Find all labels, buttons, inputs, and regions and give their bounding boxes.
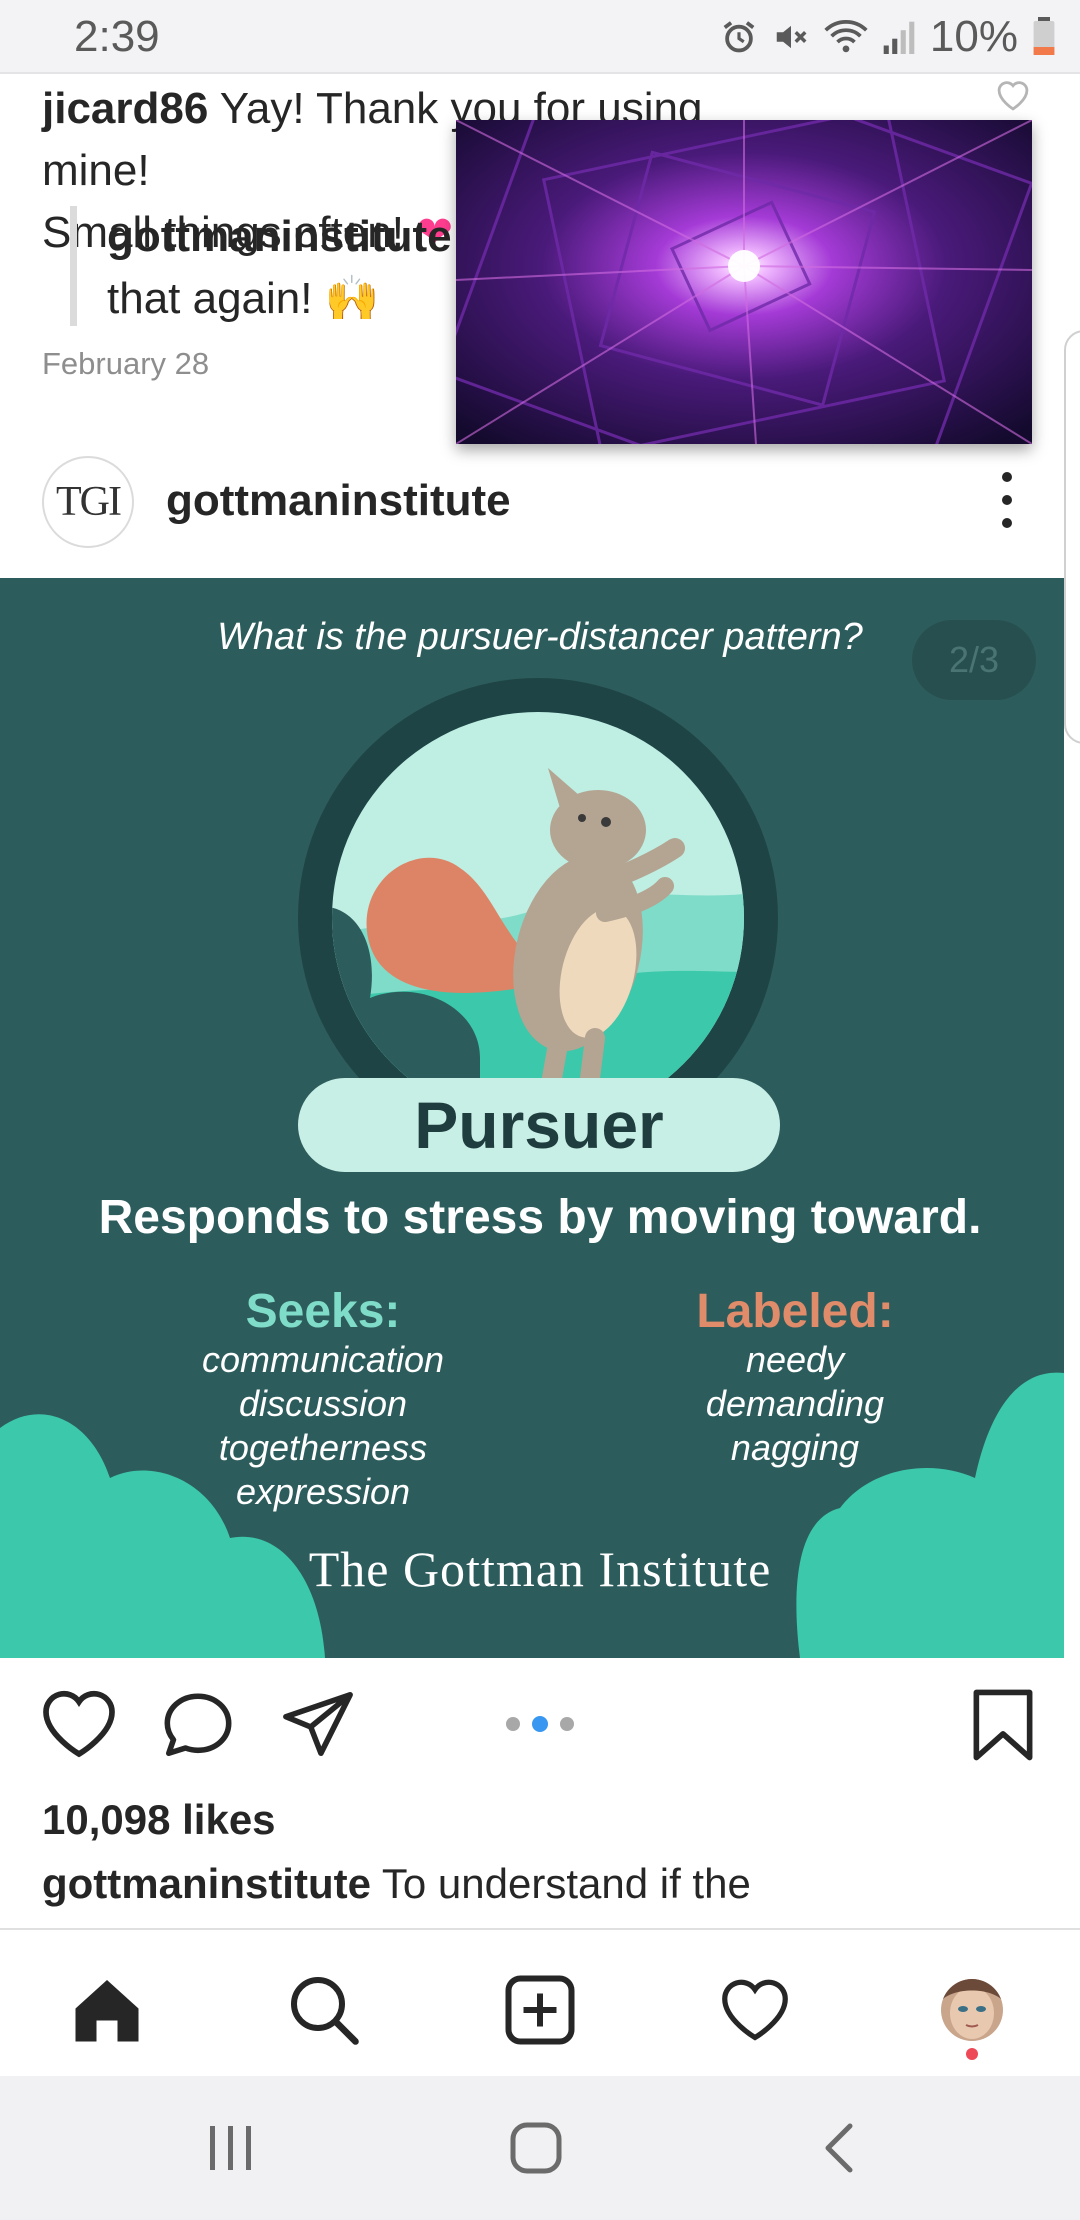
seeks-item: discussion — [238, 1383, 408, 1424]
recents-icon[interactable] — [206, 2120, 256, 2181]
nav-home-icon[interactable] — [67, 1970, 147, 2050]
comment-username[interactable]: jicard86 — [42, 84, 208, 133]
floating-video-player[interactable] — [456, 120, 1032, 444]
status-icons: 10% — [720, 12, 1056, 62]
signal-icon — [883, 21, 915, 54]
caption-text: To understand if the — [381, 1860, 751, 1907]
reply-username[interactable]: gottmaninstitute — [107, 212, 452, 261]
image-tagline: Responds to stress by moving toward. — [98, 1191, 982, 1244]
bookmark-icon[interactable] — [970, 1688, 1036, 1767]
caption-username[interactable]: gottmaninstitute — [42, 1860, 371, 1907]
labeled-item: demanding — [705, 1383, 885, 1424]
nav-profile-button[interactable] — [932, 1970, 1012, 2050]
profile-notification-dot — [966, 2048, 978, 2060]
labeled-heading: Labeled: — [696, 1285, 894, 1338]
labeled-list: needy demanding nagging — [630, 1338, 960, 1470]
carousel-dot — [506, 1717, 520, 1731]
status-time: 2:39 — [74, 12, 160, 61]
carousel-dot — [560, 1717, 574, 1731]
more-options-icon[interactable] — [994, 472, 1020, 528]
fractal-image — [456, 120, 1032, 444]
labeled-item: nagging — [730, 1427, 860, 1468]
comment-like-heart-icon[interactable] — [994, 78, 1032, 117]
home-square-icon[interactable] — [508, 2120, 564, 2181]
seeks-item: communication — [201, 1339, 445, 1380]
bottom-nav — [0, 1928, 1080, 2078]
system-nav-bar — [0, 2076, 1080, 2220]
nav-search-icon[interactable] — [284, 1970, 364, 2050]
seeks-item: expression — [235, 1471, 411, 1512]
seeks-item: togetherness — [218, 1427, 428, 1468]
post-username[interactable]: gottmaninstitute — [166, 476, 511, 526]
battery-percent: 10% — [929, 12, 1018, 61]
carousel-dot-active — [532, 1716, 548, 1732]
reply-text: that again! 🙌 — [107, 274, 380, 323]
nav-new-post-icon[interactable] — [500, 1970, 580, 2050]
nav-activity-heart-icon[interactable] — [715, 1970, 795, 2050]
seeks-list: communication discussion togetherness ex… — [150, 1338, 496, 1514]
wifi-icon — [824, 20, 868, 53]
comment-date: February 28 — [42, 346, 210, 381]
alarm-icon — [723, 21, 755, 53]
seeks-heading: Seeks: — [245, 1285, 401, 1338]
status-bar: 2:39 10% — [0, 0, 1080, 74]
comment-bubble-icon[interactable] — [160, 1688, 236, 1765]
labeled-item: needy — [745, 1339, 845, 1380]
likes-count[interactable]: 10,098 likes — [42, 1796, 276, 1844]
pursuer-title: Pursuer — [298, 1078, 780, 1172]
carousel-dots — [506, 1716, 574, 1732]
post-caption: gottmaninstitute To understand if the — [42, 1860, 1042, 1908]
share-paper-plane-icon[interactable] — [280, 1688, 356, 1765]
back-icon[interactable] — [820, 2120, 860, 2181]
profile-avatar — [941, 1979, 1003, 2041]
like-heart-icon[interactable] — [40, 1688, 118, 1765]
post-avatar[interactable]: TGI — [42, 456, 134, 548]
battery-icon — [1033, 17, 1055, 55]
image-credit: The Gottman Institute — [308, 1541, 772, 1597]
carousel-page-badge: 2/3 — [912, 620, 1036, 700]
image-question: What is the pursuer-distancer pattern? — [217, 616, 863, 658]
mute-icon — [776, 25, 807, 49]
edge-panel-handle[interactable] — [1064, 330, 1080, 744]
post-image[interactable]: What is the pursuer-distancer pattern? 2… — [0, 578, 1064, 1658]
